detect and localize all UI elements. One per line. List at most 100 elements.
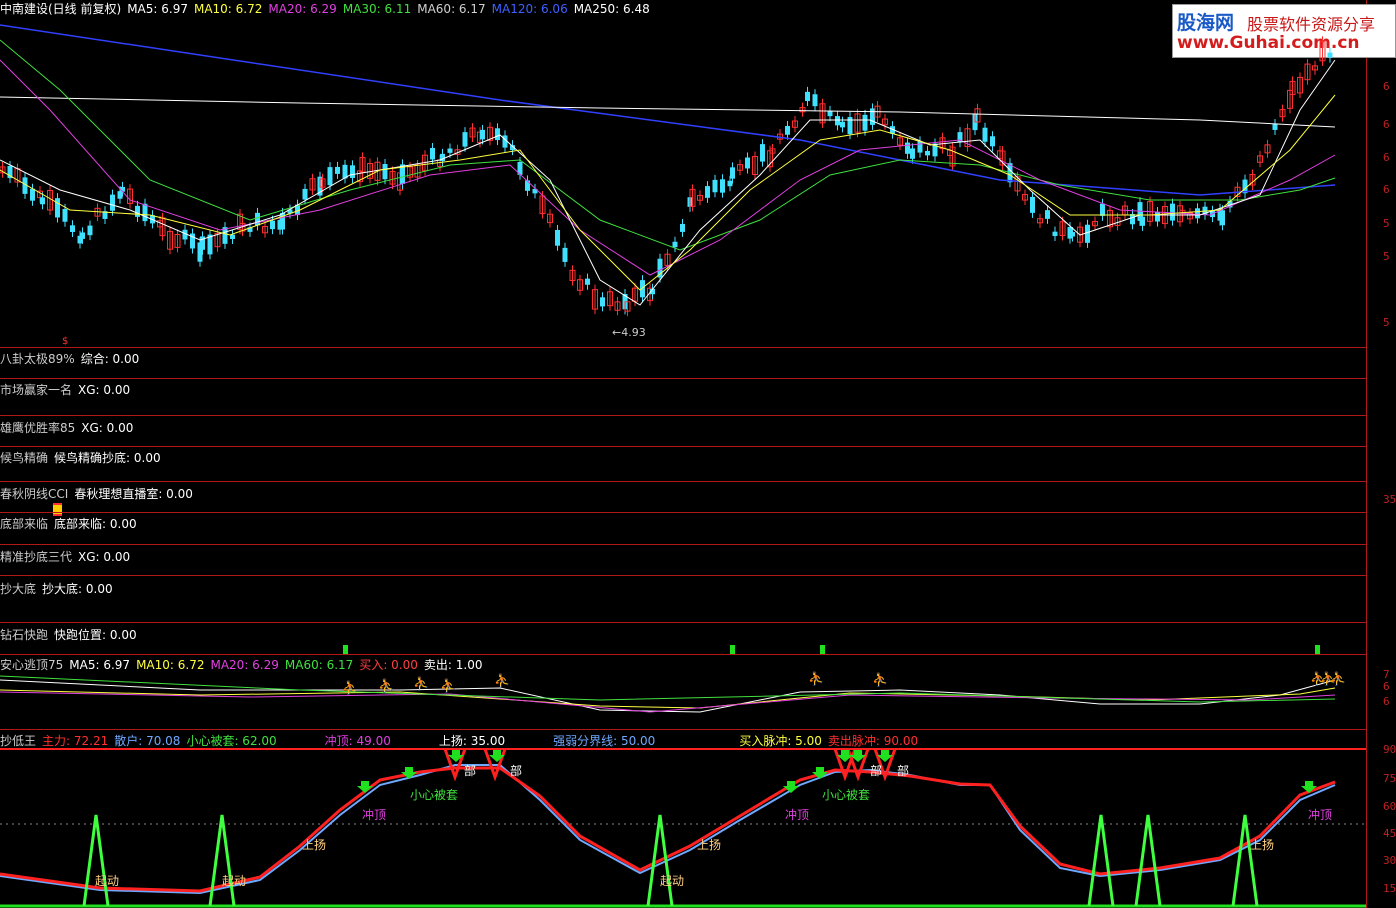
indicator-row-5[interactable]: 底部来临 底部来临: 0.00 [0, 515, 143, 532]
pane-divider [0, 654, 1366, 655]
pane-divider [0, 446, 1366, 447]
rise-annotation: 上扬 [1250, 838, 1275, 852]
trap-annotation: 小心被套 [410, 788, 459, 802]
candle-body [585, 278, 590, 285]
candle-body [805, 91, 810, 102]
indicator-value: XG: 0.00 [78, 383, 131, 397]
indicator-row-8[interactable]: 钻石快跑 快跑位置: 0.00 [0, 626, 143, 643]
escape-label-4: 买入: 0.00 [359, 658, 418, 672]
candle-body [525, 180, 530, 191]
indicator-value: XG: 0.00 [78, 550, 131, 564]
indicator-name: 市场赢家一名 [0, 383, 73, 397]
indicator-value: 底部来临: 0.00 [54, 517, 137, 531]
indicator-value: XG: 0.00 [81, 421, 134, 435]
indicator-value: 综合: 0.00 [80, 352, 140, 366]
candle-body [270, 220, 275, 230]
candle-body [447, 148, 453, 153]
indicator-name: 八卦太极89% [0, 352, 75, 366]
candle-body [1130, 214, 1135, 225]
low-price-label: 4.93 [621, 326, 646, 339]
indicator-row-6[interactable]: 精准抄底三代 XG: 0.00 [0, 548, 136, 565]
pane-divider [0, 575, 1366, 576]
escape-ma60 [0, 675, 1336, 703]
rise-annotation: 上扬 [697, 838, 722, 852]
run-signal-bar [820, 645, 825, 654]
axis-label-main-5: 5 [1383, 250, 1390, 263]
run-signal-bar [730, 645, 735, 654]
candle-body [1327, 52, 1333, 58]
buy-figure-icon: ⛹ [1330, 670, 1346, 687]
candle-body [117, 191, 123, 199]
buy-pulse-spike [1231, 814, 1259, 907]
low-price-marker: ←4.93 [612, 326, 646, 339]
candle-body [712, 179, 718, 193]
start-annotation: 起动 [660, 874, 685, 888]
bottom-word-annotation: 部 [510, 764, 523, 778]
candle-body [1272, 123, 1278, 130]
indicator-value: 候鸟精确抄底: 0.00 [54, 451, 161, 465]
candle-body [70, 225, 75, 233]
candle-body [835, 116, 840, 126]
candle-body [1045, 210, 1050, 219]
candle-body [1030, 196, 1035, 213]
peak-annotation: 冲顶 [362, 808, 387, 822]
indicator-name: 候鸟精确 [0, 451, 49, 465]
candle-body [30, 188, 35, 201]
pane-divider [0, 415, 1366, 416]
escape-pane-title: 安心逃顶75 [0, 658, 64, 672]
candle-body [562, 247, 568, 262]
indicator-row-7[interactable]: 抄大底 抄大底: 0.00 [0, 580, 119, 597]
indicator-row-1[interactable]: 市场赢家一名 XG: 0.00 [0, 381, 136, 398]
bottom-word-annotation: 部 [870, 764, 883, 778]
axis-label-main-1: 6 [1383, 118, 1390, 131]
axis-label-escape-1: 6 [1383, 680, 1390, 693]
indicator-row-0[interactable]: 八卦太极89% 综合: 0.00 [0, 350, 145, 367]
axis-label-main-2: 6 [1383, 151, 1390, 164]
candle-body [917, 141, 923, 153]
axis-label-bottom-4: 30 [1383, 854, 1396, 867]
candle-body [430, 147, 435, 160]
indicator-row-2[interactable]: 雄鹰优胜率85 XG: 0.00 [0, 419, 139, 436]
trap-annotation: 小心被套 [822, 788, 871, 802]
indicator-row-4[interactable]: 春秋阴线CCI 春秋理想直播室: 0.00 [0, 485, 199, 502]
candle-body [812, 94, 818, 107]
indicator-name: 精准抄底三代 [0, 550, 73, 564]
candle-body [982, 127, 988, 142]
indicator-value: 春秋理想直播室: 0.00 [74, 487, 193, 501]
candle-body [55, 198, 60, 218]
candle-body [327, 167, 333, 186]
candle-body [910, 148, 915, 159]
candle-body [87, 225, 93, 236]
axis-label-35: 35 [1383, 493, 1396, 506]
escape-label-5: 卖出: 1.00 [423, 658, 483, 672]
candle-body [862, 114, 868, 131]
pane-divider [0, 378, 1366, 379]
start-annotation: 起动 [95, 874, 120, 888]
indicator-name: 钻石快跑 [0, 628, 49, 642]
candle-body [705, 186, 710, 198]
buy-figure-icon: ⛹ [808, 670, 824, 687]
escape-label-3: MA60: 6.17 [284, 658, 354, 672]
buy-figure-icon: ⛹ [440, 677, 456, 694]
escape-label-0: MA5: 6.97 [69, 658, 131, 672]
buy-pulse-spike [1087, 814, 1115, 907]
indicator-row-3[interactable]: 候鸟精确 候鸟精确抄底: 0.00 [0, 449, 167, 466]
candle-body [672, 241, 678, 248]
rise-annotation: 上扬 [302, 838, 327, 852]
pane-divider [0, 544, 1366, 545]
candle-body [110, 194, 115, 211]
candle-body [1220, 210, 1225, 226]
indicator-name: 底部来临 [0, 517, 49, 531]
indicator-value: 抄大底: 0.00 [42, 582, 113, 596]
bottom-label-1: 散户: 70.08 [114, 734, 181, 748]
candle-body [555, 229, 560, 246]
candle-body [1070, 232, 1075, 237]
kline-chart[interactable]: ⛹ ⛹ ⛹ ⛹ ⛹ ⛹ ⛹ ⛹⛹⛹ [0, 0, 1366, 908]
start-annotation: 起动 [222, 874, 247, 888]
run-signal-bar [1315, 645, 1320, 654]
candle-body [480, 129, 485, 140]
candle-body [1140, 216, 1145, 226]
candle-body [335, 166, 340, 174]
pane-divider [0, 729, 1366, 730]
axis-label-escape-2: 6 [1383, 695, 1390, 708]
